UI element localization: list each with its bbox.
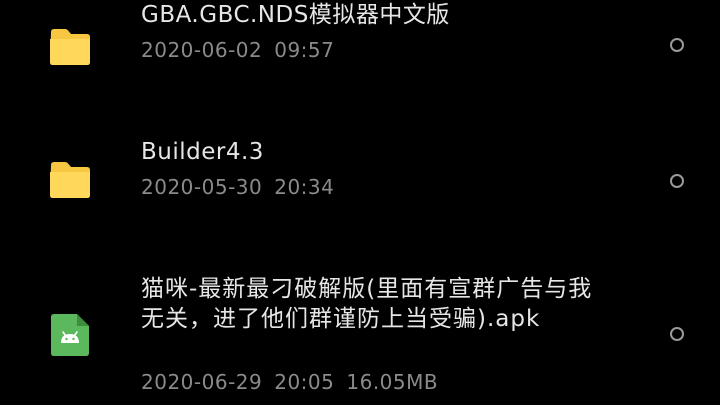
file-list: GBA.GBC.NDS模拟器中文版 2020-06-02 09:57 Builde… <box>0 0 720 405</box>
file-name: Builder4.3 <box>141 139 264 165</box>
file-date: 2020-06-29 <box>141 370 263 394</box>
folder-icon <box>50 162 90 198</box>
file-meta: 2020-06-29 20:05 16.05MB <box>141 370 438 394</box>
file-meta: 2020-05-30 20:34 <box>141 175 334 199</box>
file-date: 2020-05-30 <box>141 175 263 199</box>
file-size: 16.05MB <box>346 370 439 394</box>
select-radio[interactable] <box>670 327 684 341</box>
file-date: 2020-06-02 <box>141 38 263 62</box>
file-list-item[interactable]: GBA.GBC.NDS模拟器中文版 2020-06-02 09:57 <box>0 0 720 100</box>
file-list-item[interactable]: Builder4.3 2020-05-30 20:34 <box>0 100 720 260</box>
file-meta: 2020-06-02 09:57 <box>141 38 334 62</box>
folder-icon <box>50 29 90 65</box>
select-radio[interactable] <box>670 38 684 52</box>
file-name: 猫咪-最新最刁破解版(里面有宣群广告与我无关，进了他们群谨防上当受骗).apk <box>141 276 593 332</box>
file-list-item[interactable]: 猫咪-最新最刁破解版(里面有宣群广告与我无关，进了他们群谨防上当受骗).apk … <box>0 260 720 405</box>
file-time: 20:34 <box>274 175 335 199</box>
select-radio[interactable] <box>670 174 684 188</box>
file-time: 09:57 <box>274 38 335 62</box>
android-apk-icon <box>51 314 89 356</box>
file-name: GBA.GBC.NDS模拟器中文版 <box>141 2 450 28</box>
file-time: 20:05 <box>274 370 335 394</box>
